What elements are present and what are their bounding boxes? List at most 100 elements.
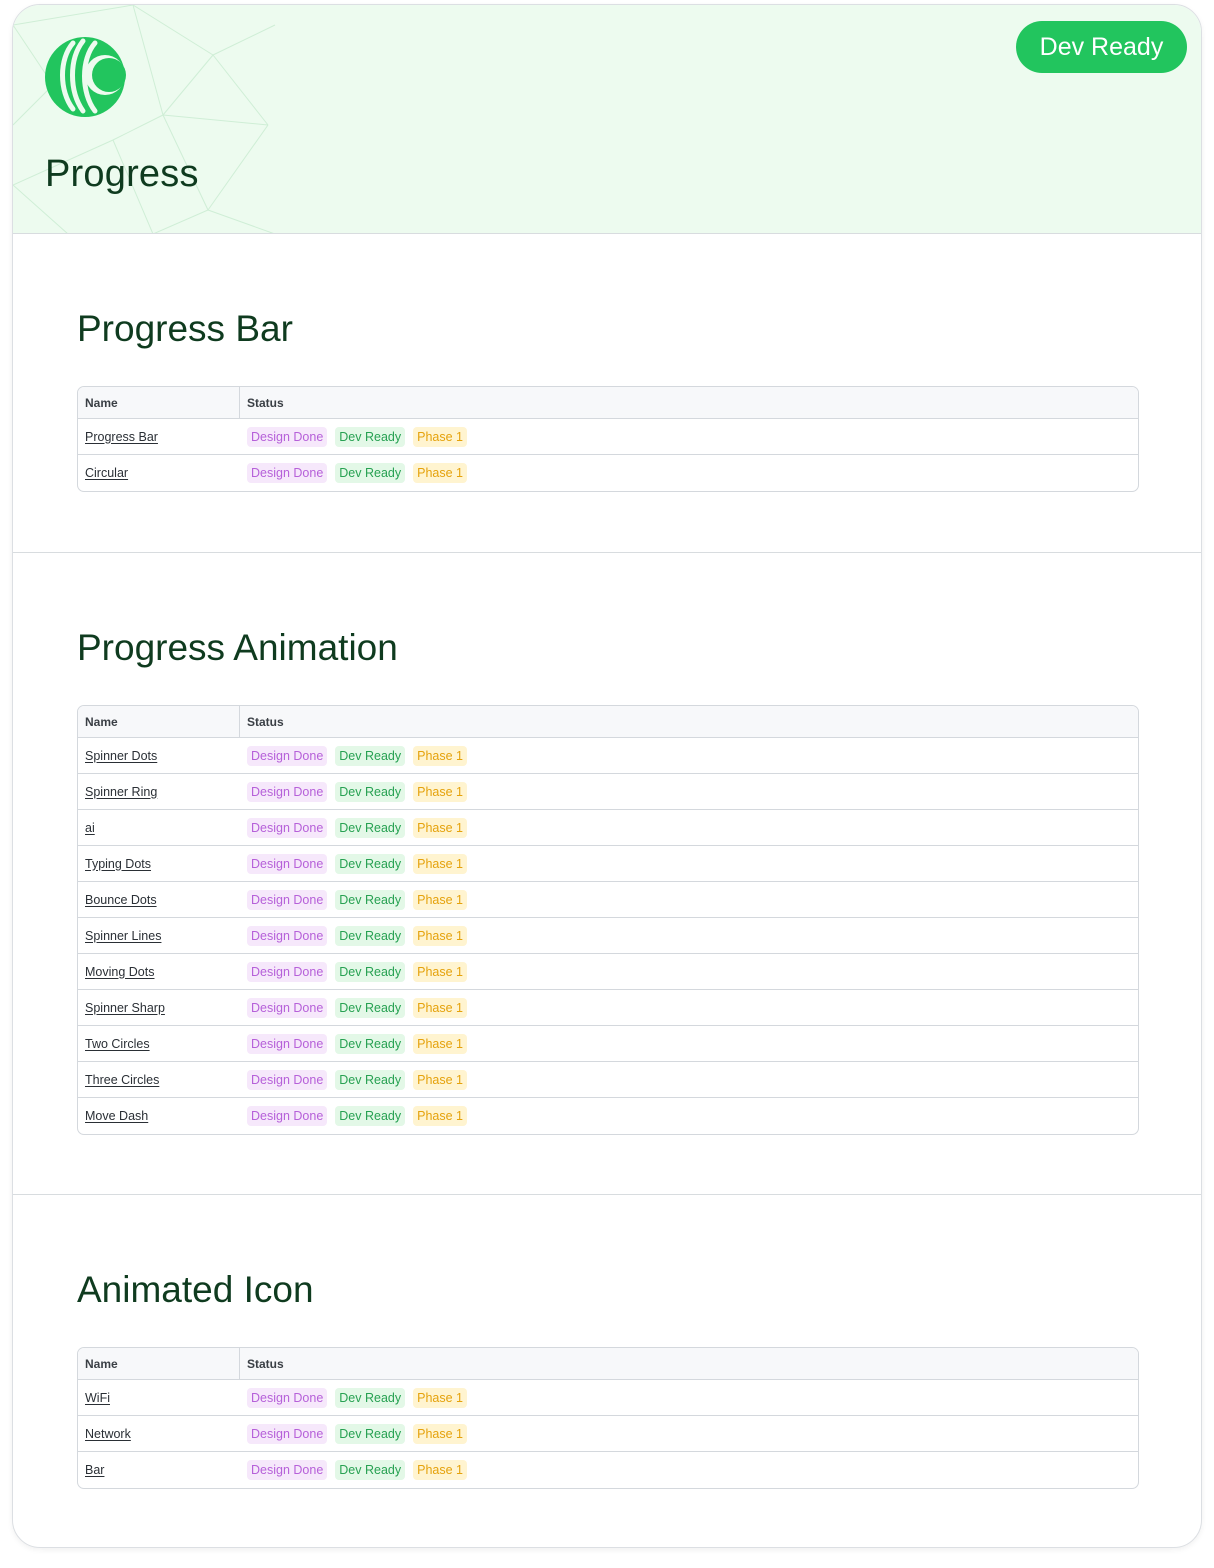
column-header-name: Name — [78, 387, 240, 418]
status-cell: Design Done Dev Ready Phase 1 — [240, 419, 1138, 454]
name-cell: Network — [78, 1416, 240, 1451]
design-done-tag: Design Done — [247, 889, 328, 910]
component-link[interactable]: Bounce Dots — [85, 893, 157, 907]
dev-ready-tag: Dev Ready — [335, 1387, 406, 1408]
table-row: Typing Dots Design Done Dev Ready Phase 1 — [78, 846, 1138, 882]
status-cell: Design Done Dev Ready Phase 1 — [240, 774, 1138, 809]
name-cell: WiFi — [78, 1380, 240, 1415]
component-link[interactable]: Spinner Sharp — [85, 1001, 165, 1015]
phase-tag: Phase 1 — [413, 961, 467, 982]
phase-tag: Phase 1 — [413, 925, 467, 946]
table-row: WiFi Design Done Dev Ready Phase 1 — [78, 1380, 1138, 1416]
name-cell: Move Dash — [78, 1098, 240, 1134]
design-done-tag: Design Done — [247, 426, 328, 447]
name-cell: Progress Bar — [78, 419, 240, 454]
table-row: Spinner Sharp Design Done Dev Ready Phase 1 — [78, 990, 1138, 1026]
table-header: Name Status — [78, 706, 1138, 738]
phase-tag: Phase 1 — [413, 781, 467, 802]
dev-ready-tag: Dev Ready — [335, 925, 406, 946]
name-cell: Moving Dots — [78, 954, 240, 989]
design-done-tag: Design Done — [247, 997, 328, 1018]
table-body: Spinner Dots Design Done Dev Ready Phase 1S… — [78, 738, 1138, 1134]
design-done-tag: Design Done — [247, 853, 328, 874]
column-header-status: Status — [247, 395, 284, 410]
dev-ready-tag: Dev Ready — [335, 853, 406, 874]
design-done-tag: Design Done — [247, 1460, 328, 1480]
status-cell: Design Done Dev Ready Phase 1 — [240, 918, 1138, 953]
component-table: Name Status Spinner Dots Design Done Dev R… — [77, 705, 1139, 1135]
dev-ready-tag: Dev Ready — [335, 1069, 406, 1090]
dev-ready-tag: Dev Ready — [335, 961, 406, 982]
component-link[interactable]: Progress Bar — [85, 430, 158, 444]
component-table: Name Status WiFi Design Done Dev Ready Phas… — [77, 1347, 1139, 1489]
component-link[interactable]: ai — [85, 821, 95, 835]
section-title: Progress Animation — [77, 627, 398, 668]
column-header-name: Name — [78, 706, 240, 737]
status-cell: Design Done Dev Ready Phase 1 — [240, 882, 1138, 917]
phase-tag: Phase 1 — [413, 1460, 467, 1480]
phase-tag: Phase 1 — [413, 1387, 467, 1408]
component-table: Name Status Progress Bar Design Done Dev R… — [77, 386, 1139, 492]
dev-ready-tag: Dev Ready — [335, 889, 406, 910]
dev-ready-tag: Dev Ready — [335, 781, 406, 802]
status-cell: Design Done Dev Ready Phase 1 — [240, 1062, 1138, 1097]
component-link[interactable]: Typing Dots — [85, 857, 151, 871]
phase-tag: Phase 1 — [413, 1033, 467, 1054]
status-cell: Design Done Dev Ready Phase 1 — [240, 738, 1138, 773]
component-link[interactable]: Bar — [85, 1463, 104, 1477]
dev-ready-tag: Dev Ready — [335, 1106, 406, 1126]
name-cell: Spinner Dots — [78, 738, 240, 773]
status-cell: Design Done Dev Ready Phase 1 — [240, 846, 1138, 881]
table-body: Progress Bar Design Done Dev Ready Phase 1C… — [78, 419, 1138, 491]
component-link[interactable]: Circular — [85, 466, 128, 480]
design-done-tag: Design Done — [247, 925, 328, 946]
design-done-tag: Design Done — [247, 1106, 328, 1126]
component-link[interactable]: Spinner Dots — [85, 749, 157, 763]
phase-tag: Phase 1 — [413, 853, 467, 874]
section-title: Progress Bar — [77, 308, 293, 349]
phase-tag: Phase 1 — [413, 997, 467, 1018]
design-done-tag: Design Done — [247, 745, 328, 766]
column-header-status: Status — [247, 714, 284, 729]
name-cell: ai — [78, 810, 240, 845]
section-progress-animation: Progress Animation Name Status Spinner D… — [13, 552, 1201, 1195]
section-title: Animated Icon — [77, 1269, 314, 1310]
design-done-tag: Design Done — [247, 1387, 328, 1408]
component-link[interactable]: Spinner Ring — [85, 785, 157, 799]
component-link[interactable]: Two Circles — [85, 1037, 150, 1051]
status-cell: Design Done Dev Ready Phase 1 — [240, 1026, 1138, 1061]
dev-ready-tag: Dev Ready — [335, 997, 406, 1018]
name-cell: Spinner Lines — [78, 918, 240, 953]
table-row: Bounce Dots Design Done Dev Ready Phase 1 — [78, 882, 1138, 918]
table-row: Two Circles Design Done Dev Ready Phase 1 — [78, 1026, 1138, 1062]
table-body: WiFi Design Done Dev Ready Phase 1 Network De… — [78, 1380, 1138, 1488]
table-row: Network Design Done Dev Ready Phase 1 — [78, 1416, 1138, 1452]
status-cell: Design Done Dev Ready Phase 1 — [240, 810, 1138, 845]
status-badge: Dev Ready — [1016, 21, 1187, 73]
name-cell: Bar — [78, 1452, 240, 1488]
status-cell: Design Done Dev Ready Phase 1 — [240, 1452, 1138, 1488]
component-link[interactable]: Three Circles — [85, 1073, 159, 1087]
design-done-tag: Design Done — [247, 781, 328, 802]
name-cell: Spinner Ring — [78, 774, 240, 809]
component-link[interactable]: Moving Dots — [85, 965, 154, 979]
table-row: Bar Design Done Dev Ready Phase 1 — [78, 1452, 1138, 1488]
component-link[interactable]: Spinner Lines — [85, 929, 161, 943]
name-cell: Three Circles — [78, 1062, 240, 1097]
component-link[interactable]: WiFi — [85, 1391, 110, 1405]
name-cell: Bounce Dots — [78, 882, 240, 917]
status-cell: Design Done Dev Ready Phase 1 — [240, 1098, 1138, 1134]
phase-tag: Phase 1 — [413, 745, 467, 766]
dev-ready-tag: Dev Ready — [335, 1033, 406, 1054]
dev-ready-tag: Dev Ready — [335, 817, 406, 838]
design-done-tag: Design Done — [247, 961, 328, 982]
phase-tag: Phase 1 — [413, 1106, 467, 1126]
dev-ready-tag: Dev Ready — [335, 426, 406, 447]
dev-ready-tag: Dev Ready — [335, 745, 406, 766]
component-link[interactable]: Move Dash — [85, 1109, 148, 1123]
design-done-tag: Design Done — [247, 817, 328, 838]
component-link[interactable]: Network — [85, 1427, 131, 1441]
table-row: Spinner Ring Design Done Dev Ready Phase 1 — [78, 774, 1138, 810]
name-cell: Circular — [78, 455, 240, 491]
phase-tag: Phase 1 — [413, 1423, 467, 1444]
